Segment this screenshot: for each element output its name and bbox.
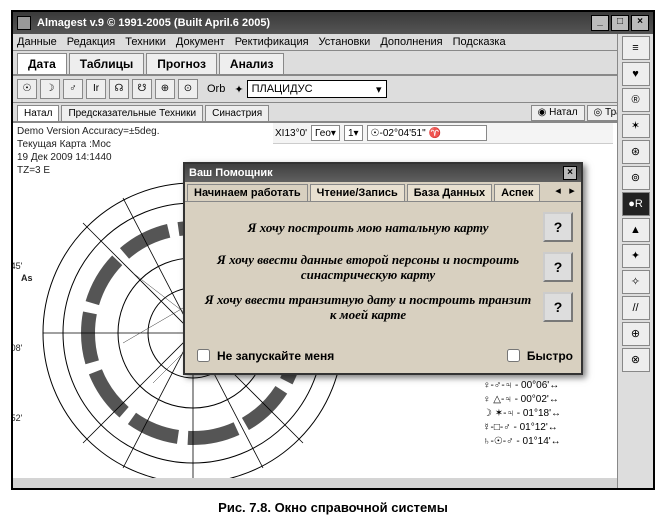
house-system-select[interactable]: ПЛАЦИДУС ▾ xyxy=(247,80,387,98)
dlg-tab-scroll-left[interactable]: ◂ xyxy=(551,184,565,201)
rnav-natal[interactable]: ◉ Натал xyxy=(531,105,585,121)
subtab-predictive[interactable]: Предсказательные Техники xyxy=(61,105,203,121)
close-button[interactable]: × xyxy=(631,15,649,31)
system-select[interactable]: Гео ▾ xyxy=(311,125,340,141)
planet-icon[interactable]: Ir xyxy=(86,79,106,99)
app-icon xyxy=(17,16,31,30)
menu-item[interactable]: Документ xyxy=(176,36,225,48)
sub-tabs: Натал Предсказательные Техники Синастрия… xyxy=(13,103,653,122)
helper-dialog: Ваш Помощник × Начинаем работать Чтение/… xyxy=(183,162,583,375)
tool-icon[interactable]: ® xyxy=(622,88,650,112)
help-button[interactable]: ? xyxy=(543,292,573,322)
maximize-button[interactable]: □ xyxy=(611,15,629,31)
tool-icon[interactable]: ✧ xyxy=(622,270,650,294)
dialog-title: Ваш Помощник xyxy=(189,167,273,179)
menu-item[interactable]: Ректификация xyxy=(235,36,309,48)
planet-icon[interactable]: ☋ xyxy=(132,79,152,99)
figure-caption: Рис. 7.8. Окно справочной системы xyxy=(0,500,666,516)
tool-icon[interactable]: ●R xyxy=(622,192,650,216)
dialog-close-button[interactable]: × xyxy=(563,166,577,180)
helper-option-synastry: Я хочу ввести данные второй персоны и по… xyxy=(193,252,543,282)
dlg-tab-database[interactable]: База Данных xyxy=(407,184,492,201)
dlg-tab-aspects[interactable]: Аспек xyxy=(494,184,540,201)
deg-label: 14°52' xyxy=(13,413,22,423)
tool-icon[interactable]: ≡ xyxy=(622,36,650,60)
menu-item[interactable]: Данные xyxy=(17,36,57,48)
demo-notice: Demo Version Accuracy=±5deg. xyxy=(17,125,160,138)
tab-tables[interactable]: Таблицы xyxy=(69,53,144,74)
orb-label: Orb xyxy=(207,83,225,95)
menu-item[interactable]: Техники xyxy=(125,36,166,48)
subtab-natal[interactable]: Натал xyxy=(17,105,59,121)
tool-icon[interactable]: ✦ xyxy=(622,244,650,268)
planet-icon[interactable]: ⊙ xyxy=(178,79,198,99)
dialog-titlebar: Ваш Помощник × xyxy=(185,164,581,182)
tool-icon[interactable]: ⊛ xyxy=(622,140,650,164)
tool-icon[interactable]: ✶ xyxy=(622,114,650,138)
axis-as: As xyxy=(21,273,33,283)
orb-icon: ✦ xyxy=(234,83,243,96)
window-title: Almagest v.9 © 1991-2005 (Built April.6 … xyxy=(37,17,270,29)
planet-icon[interactable]: ⊕ xyxy=(155,79,175,99)
dont-start-input[interactable] xyxy=(197,349,210,362)
toolbar: ☉ ☽ ♂ Ir ☊ ☋ ⊕ ⊙ Orb ✦ ПЛАЦИДУС ▾ xyxy=(13,76,653,103)
chart-info: Demo Version Accuracy=±5deg. Текущая Кар… xyxy=(17,125,160,177)
menu-item[interactable]: Подсказка xyxy=(453,36,506,48)
dlg-tab-scroll-right[interactable]: ▸ xyxy=(565,184,579,201)
tool-icon[interactable]: // xyxy=(622,296,650,320)
deg-label: 21°08' xyxy=(13,343,22,353)
tab-analysis[interactable]: Анализ xyxy=(219,53,285,74)
planet-icon[interactable]: ♂ xyxy=(63,79,83,99)
dialog-tabs: Начинаем работать Чтение/Запись База Дан… xyxy=(185,182,581,202)
geo-row: XI13°0' Гео ▾ 1 ▾ ☉-02°04'51" ♈ xyxy=(273,123,613,144)
aspect-line: ♀-♂-♃ - 00°06'↔ xyxy=(483,379,613,393)
tab-date[interactable]: Дата xyxy=(17,53,67,74)
menu-item[interactable]: Редакция xyxy=(67,36,115,48)
dont-start-checkbox[interactable]: Не запускайте меня xyxy=(193,346,334,365)
help-button[interactable]: ? xyxy=(543,212,573,242)
fast-label: Быстро xyxy=(527,349,573,363)
dialog-body: Я хочу построить мою натальную карту ? Я… xyxy=(185,202,581,342)
planet-icon[interactable]: ☽ xyxy=(40,79,60,99)
aspect-line: ☿-□-♂ - 01°12'↔ xyxy=(483,421,613,435)
main-window: Almagest v.9 © 1991-2005 (Built April.6 … xyxy=(11,10,655,490)
help-button[interactable]: ? xyxy=(543,252,573,282)
minimize-button[interactable]: _ xyxy=(591,15,609,31)
tool-icon[interactable]: ▲ xyxy=(622,218,650,242)
subtab-synastry[interactable]: Синастрия xyxy=(205,105,269,121)
tool-icon[interactable]: ⊚ xyxy=(622,166,650,190)
helper-option-transit: Я хочу ввести транзитную дату и построит… xyxy=(193,292,543,322)
chevron-down-icon: ▾ xyxy=(376,83,382,96)
dlg-tab-start[interactable]: Начинаем работать xyxy=(187,184,308,201)
fast-checkbox[interactable]: Быстро xyxy=(503,346,573,365)
tab-forecast[interactable]: Прогноз xyxy=(146,53,217,74)
num-select[interactable]: 1 ▾ xyxy=(344,125,363,141)
fast-input[interactable] xyxy=(507,349,520,362)
dlg-tab-readwrite[interactable]: Чтение/Запись xyxy=(310,184,405,201)
coord-display: ☉-02°04'51" ♈ xyxy=(367,125,487,141)
aspect-line: ♄-☉-♂ - 01°14'↔ xyxy=(483,435,613,449)
deg-label: 28°45' xyxy=(13,261,22,271)
planet-icon[interactable]: ☉ xyxy=(17,79,37,99)
house-system-value: ПЛАЦИДУС xyxy=(252,83,313,95)
tool-icon[interactable]: ♥ xyxy=(622,62,650,86)
main-tabs: Дата Таблицы Прогноз Анализ xyxy=(13,51,653,76)
planet-icon[interactable]: ☊ xyxy=(109,79,129,99)
tool-icon[interactable]: ⊗ xyxy=(622,348,650,372)
dialog-footer: Не запускайте меня Быстро xyxy=(185,342,581,373)
aspect-line: ♀ △-♃ - 00°02'↔ xyxy=(483,393,613,407)
titlebar: Almagest v.9 © 1991-2005 (Built April.6 … xyxy=(13,12,653,34)
current-chart: Текущая Карта :Мос xyxy=(17,138,160,151)
chart-date: 19 Дек 2009 14:1440 xyxy=(17,151,160,164)
xi-label: XI13°0' xyxy=(275,128,307,139)
menu-item[interactable]: Установки xyxy=(319,36,371,48)
dont-start-label: Не запускайте меня xyxy=(217,349,334,363)
aspect-line: ☽ ✶-♃ - 01°18'↔ xyxy=(483,407,613,421)
menu-item[interactable]: Дополнения xyxy=(380,36,442,48)
helper-option-natal: Я хочу построить мою натальную карту xyxy=(193,220,543,235)
menubar: Данные Редакция Техники Документ Ректифи… xyxy=(13,34,653,51)
tool-icon[interactable]: ⊕ xyxy=(622,322,650,346)
right-toolbar: ≡ ♥ ® ✶ ⊛ ⊚ ●R ▲ ✦ ✧ // ⊕ ⊗ xyxy=(617,34,653,488)
